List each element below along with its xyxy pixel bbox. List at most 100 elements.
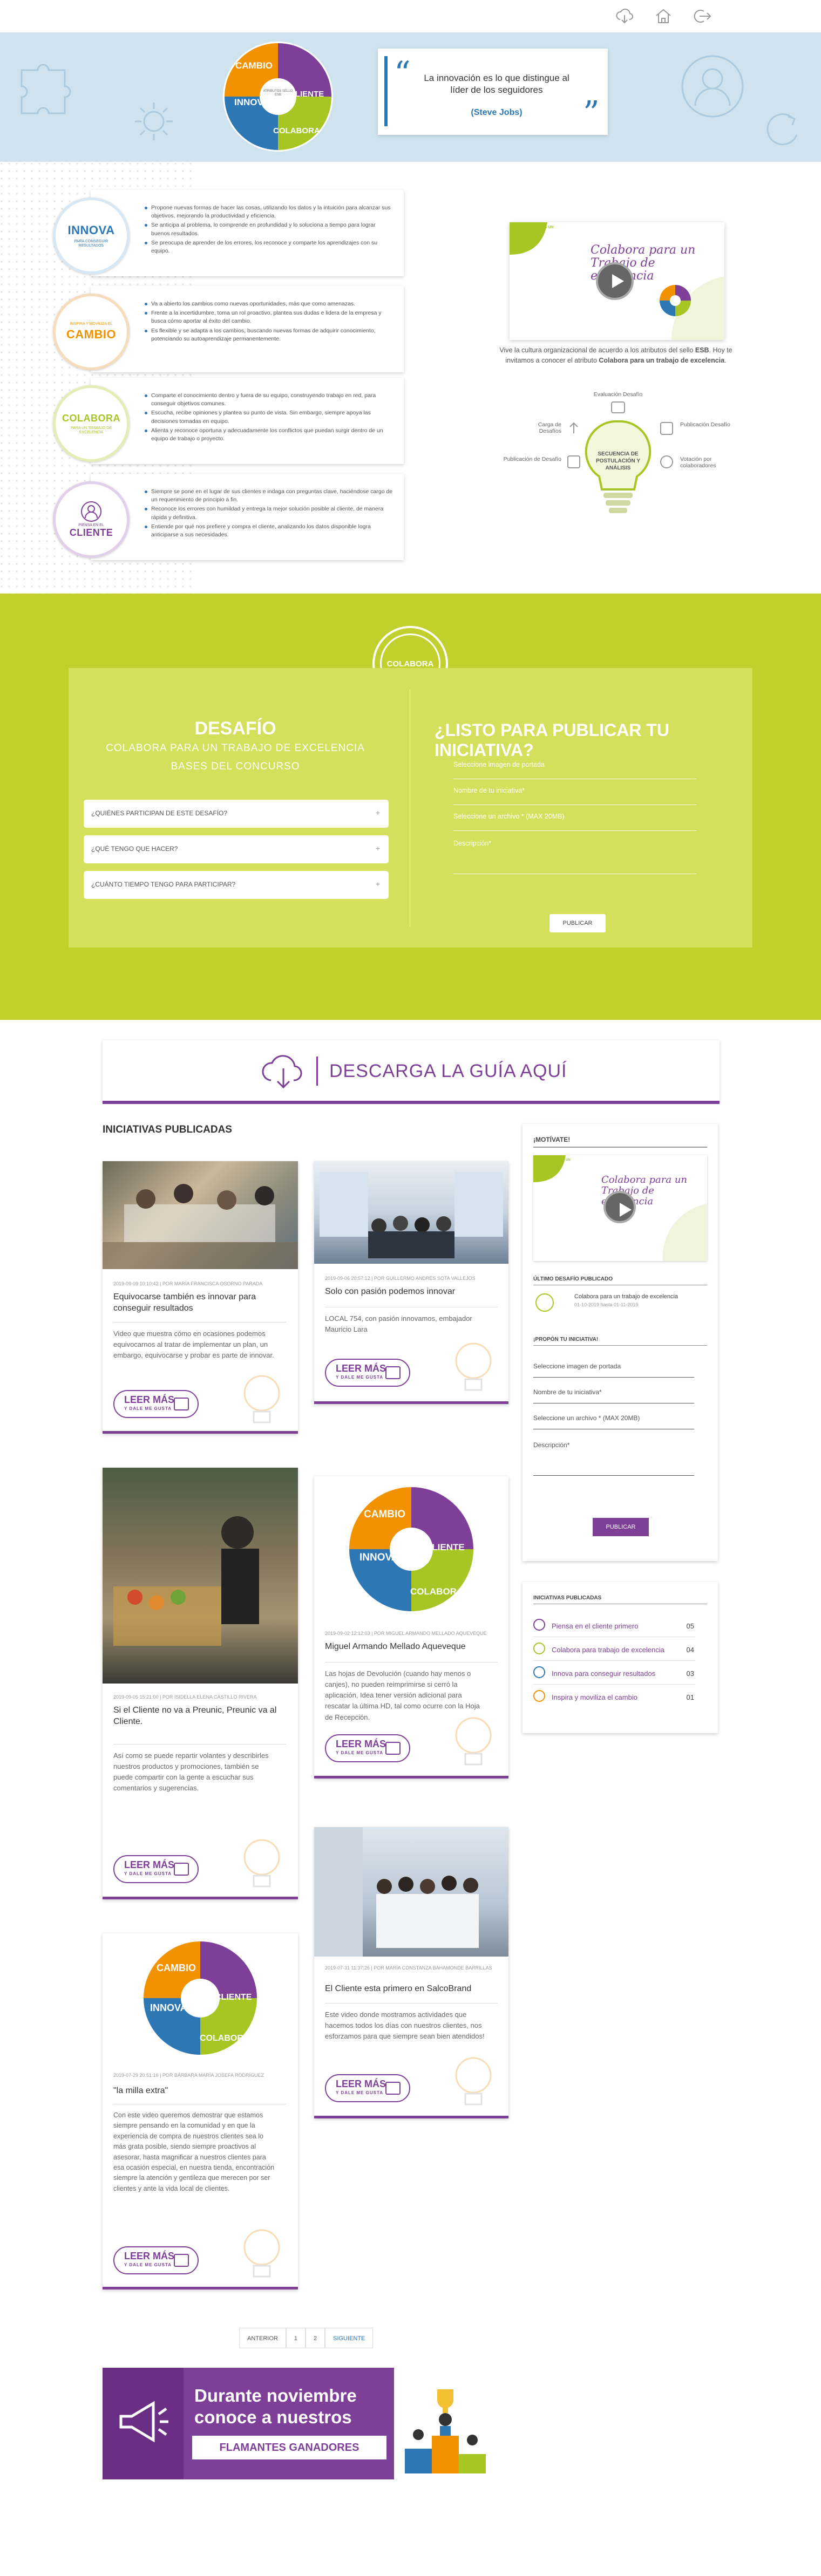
attributes-logo-wheel: CAMBIO INNOVA CLIENTE COLABORA ATRIBUTOS…: [221, 40, 335, 153]
wheel-colabora: COLABORA: [410, 1586, 464, 1597]
cover-image-field[interactable]: Seleccione imagen de portada: [533, 1356, 694, 1378]
category-colabora[interactable]: Colabora para trabajo de excelencia 04: [533, 1638, 695, 1661]
cloud-download-icon[interactable]: [615, 8, 634, 25]
wheel-cambio: CAMBIO: [364, 1509, 406, 1520]
read-more-button[interactable]: LEER MÁS Y DALE ME GUSTA: [325, 1359, 410, 1387]
pagination-page-1[interactable]: 1: [286, 2328, 306, 2348]
initiative-name-field[interactable]: Nombre de tu iniciativa*: [453, 781, 696, 805]
play-button[interactable]: [596, 262, 634, 300]
post-title[interactable]: Miguel Armando Mellado Aqueveque: [325, 1641, 492, 1653]
propose-heading: ¡PROPÓN TU INICIATIVA!: [533, 1337, 599, 1342]
description-field[interactable]: Descripción*: [453, 834, 696, 874]
last-challenge-title[interactable]: Colabora para un trabajo de excelencia: [574, 1293, 678, 1300]
file-upload-field[interactable]: Seleccione un archivo * (MAX 20MB): [533, 1408, 694, 1429]
categories-heading: INICIATIVAS PUBLICADAS: [533, 1595, 602, 1601]
logout-icon[interactable]: [693, 8, 711, 25]
pagination-page-2[interactable]: 2: [305, 2328, 325, 2348]
post-title[interactable]: El Cliente esta primero en SalcoBrand: [325, 1984, 492, 1995]
banner-line-1: Durante noviembre: [194, 2386, 357, 2405]
attribute-bullet: Reconoce los errores con humildad y entr…: [145, 505, 393, 521]
cover-image-field[interactable]: Seleccione imagen de portada: [453, 755, 696, 779]
read-more-button[interactable]: LEER MÁS Y DALE ME GUSTA: [113, 1390, 199, 1418]
post-title[interactable]: "la milla extra": [113, 2086, 281, 2097]
attribute-bullet: Se anticipa al problema, lo comprende en…: [145, 221, 393, 237]
initiative-photo[interactable]: [314, 1827, 508, 1957]
video-description-bold: Colabora para un trabajo de excelencia: [599, 356, 725, 364]
faq-accordion-item[interactable]: ¿CUÁNTO TIEMPO TENGO PARA PARTICIPAR? +: [84, 871, 389, 899]
post-meta: 2019-09-05 15:21:00 | POR ISIDELLA ELENA…: [113, 1694, 257, 1700]
download-guide-banner[interactable]: DESCARGA LA GUÍA AQUÍ: [103, 1040, 720, 1104]
sidebar-video[interactable]: COLABORA PARA UN TRABAJO DE EXCELENCIA C…: [533, 1155, 707, 1261]
wheel-innova: INNOVA: [359, 1552, 399, 1563]
evaluation-icon: [611, 401, 625, 413]
guide-divider: [316, 1057, 318, 1086]
read-more-label: LEER MÁS: [336, 1363, 386, 1374]
home-icon[interactable]: [654, 8, 673, 25]
post-title[interactable]: Solo con pasión podemos innovar: [325, 1286, 492, 1298]
lightbulb-icon: [455, 1342, 492, 1391]
thumbs-up-icon: [385, 1742, 401, 1755]
pagination-prev[interactable]: ANTERIOR: [239, 2328, 286, 2348]
winners-banner[interactable]: Durante noviembre conoce a nuestros FLAM…: [103, 2368, 507, 2479]
initiative-name-field[interactable]: Nombre de tu iniciativa*: [533, 1382, 694, 1403]
initiative-photo[interactable]: CAMBIO INNOVA CLIENTE COLABORA: [103, 1933, 298, 2063]
cliente-badge: PIENSA EN EL CLIENTE: [53, 481, 130, 558]
upload-icon: [569, 422, 578, 433]
post-title[interactable]: Equivocarse también es innovar para cons…: [113, 1292, 281, 1314]
lightbulb-icon: [585, 420, 652, 513]
customer-icon: [81, 501, 101, 522]
publish-button[interactable]: PUBLICAR: [549, 914, 606, 932]
attribute-card-innova: Propone nuevas formas de hacer las cosas…: [53, 190, 404, 276]
attribute-bullet: Escucha, recibe opiniones y plantea su p…: [145, 409, 393, 425]
innova-icon: [533, 1666, 545, 1678]
quote-border: [384, 56, 388, 126]
video-badge: COLABORA PARA UN TRABAJO DE EXCELENCIA: [537, 1158, 571, 1168]
initiative-photo[interactable]: CAMBIO INNOVA CLIENTE COLABORA: [314, 1476, 508, 1622]
pagination-next[interactable]: SIGUIENTE: [325, 2328, 374, 2348]
play-button[interactable]: [603, 1191, 636, 1223]
read-more-button[interactable]: LEER MÁS Y DALE ME GUSTA: [325, 2074, 410, 2102]
category-cliente[interactable]: Piensa en el cliente primero 05: [533, 1614, 695, 1637]
megaphone-icon: [119, 2401, 168, 2443]
publish-icon: [660, 422, 673, 435]
lightbulb-icon: [243, 1375, 280, 1423]
video-player[interactable]: COLABORA PARA UN TRABAJO DE EXCELENCIA C…: [510, 222, 724, 340]
read-more-button[interactable]: LEER MÁS Y DALE ME GUSTA: [113, 2246, 199, 2274]
publish-button[interactable]: PUBLICAR: [593, 1518, 649, 1536]
description-field[interactable]: Descripción*: [533, 1435, 694, 1476]
wheel-center-label: ATRIBUTOS SELLO ESB: [263, 90, 293, 97]
initiative-card: 2019-09-09 10:10:42 | POR MARÍA FRANCISC…: [103, 1161, 298, 1434]
read-more-label: LEER MÁS: [124, 1859, 175, 1870]
category-cambio[interactable]: Inspira y moviliza el cambio 01: [533, 1686, 695, 1708]
banner-ribbon: FLAMANTES GANADORES: [192, 2436, 386, 2459]
read-more-button[interactable]: LEER MÁS Y DALE ME GUSTA: [113, 1855, 199, 1883]
attribute-bullet: Alienta y reconoce oportuna y adecuadame…: [145, 427, 393, 443]
cliente-icon: [533, 1619, 545, 1631]
lightbulb-icon: [243, 1839, 280, 1887]
post-title[interactable]: Si el Cliente no va a Preunic, Preunic v…: [113, 1705, 281, 1728]
winners-illustration: [394, 2368, 507, 2479]
puzzle-icon: [21, 64, 71, 114]
post-excerpt: LOCAL 754, con pasión innovamos, embajad…: [325, 1314, 472, 1334]
attribute-card-cambio: Va a abierto los cambios como nuevas opo…: [53, 286, 404, 372]
category-innova[interactable]: Innova para conseguir resultados 03: [533, 1662, 695, 1685]
initiative-photo[interactable]: [103, 1161, 298, 1269]
initiative-photo[interactable]: [314, 1161, 508, 1264]
read-more-label: LEER MÁS: [124, 1394, 175, 1405]
heading-rule: [533, 1147, 707, 1148]
attribute-bullet: Se preocupa de aprender de los errores, …: [145, 239, 393, 255]
wheel-cliente: CLIENTE: [289, 90, 324, 99]
faq-accordion-item[interactable]: ¿QUÉ TENGO QUE HACER? +: [84, 835, 389, 863]
initiative-card: 2019-09-05 15:21:00 | POR ISIDELLA ELENA…: [103, 1468, 298, 1899]
step-votacion: Votación por colaboradores: [680, 456, 716, 469]
wheel-colabora: COLABORA: [200, 2034, 250, 2043]
vote-icon: [660, 455, 673, 468]
thumbs-up-icon: [385, 1366, 401, 1379]
file-upload-field[interactable]: Seleccione un archivo * (MAX 20MB): [453, 807, 696, 831]
read-more-button[interactable]: LEER MÁS Y DALE ME GUSTA: [325, 1734, 410, 1762]
quote-text: La innovación es lo que distingue al líd…: [424, 73, 569, 96]
post-meta: 2019-09-06 20:57:12 | POR GUILLERMO ANDR…: [325, 1276, 476, 1281]
thumbs-up-icon: [174, 2254, 189, 2267]
faq-accordion-item[interactable]: ¿QUIÉNES PARTICIPAN DE ESTE DESAFÍO? +: [84, 800, 389, 828]
initiative-photo[interactable]: [103, 1468, 298, 1684]
